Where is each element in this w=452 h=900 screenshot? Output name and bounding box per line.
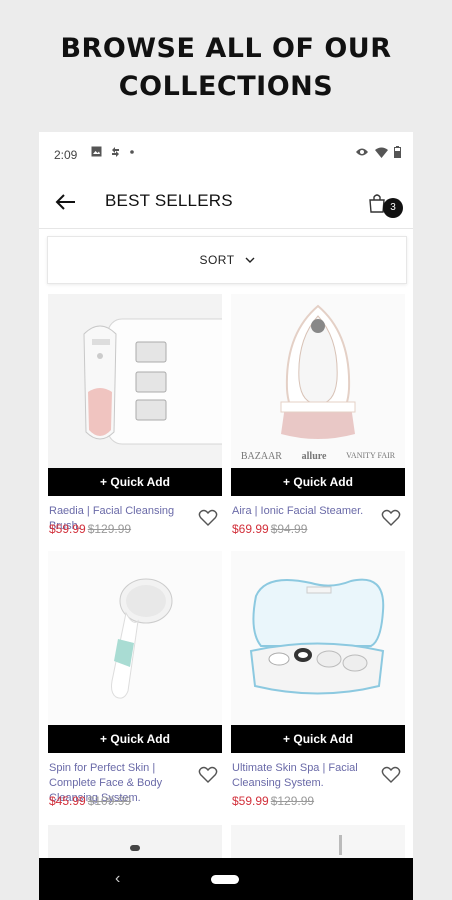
- dot-notification-icon: [130, 150, 134, 154]
- battery-icon: [394, 146, 401, 158]
- header-divider: [39, 228, 413, 229]
- sync-notification-icon: [112, 147, 119, 157]
- back-arrow-icon[interactable]: [55, 192, 77, 212]
- original-price: $94.99: [270, 522, 308, 536]
- cart-button[interactable]: 3: [367, 188, 403, 220]
- heart-icon[interactable]: [381, 509, 401, 527]
- heart-icon[interactable]: [198, 509, 218, 527]
- eye-icon: [356, 148, 368, 156]
- product-image[interactable]: [48, 551, 222, 725]
- quick-add-button[interactable]: + Quick Add: [48, 725, 222, 753]
- sale-price: $45.99: [49, 794, 86, 808]
- brand-logo-allure: allure: [301, 451, 327, 462]
- phone-screen: 2:09 BEST SELLERS 3 SORT + Quick Add Rae…: [39, 132, 413, 900]
- heart-icon[interactable]: [381, 766, 401, 784]
- original-price: $129.99: [270, 794, 315, 808]
- product-image-partial: [339, 835, 342, 855]
- product-name[interactable]: Aira | Ionic Facial Steamer.: [232, 504, 372, 519]
- brand-logo-vanity-fair: VANITY FAIR: [346, 451, 396, 460]
- status-time: 2:09: [54, 148, 78, 162]
- product-image[interactable]: BAZAAR allure VANITY FAIR: [231, 294, 405, 468]
- app-header: BEST SELLERS 3: [39, 178, 413, 228]
- nav-home-pill[interactable]: [211, 875, 239, 884]
- quick-add-button[interactable]: + Quick Add: [231, 725, 405, 753]
- product-image[interactable]: [48, 294, 222, 468]
- chevron-down-icon: [245, 257, 255, 263]
- product-card[interactable]: + Quick Add Raedia | Facial Cleansing Br…: [48, 294, 222, 550]
- gallery-notification-icon: [91, 146, 102, 157]
- original-price: $109.99: [87, 794, 132, 808]
- product-image-partial: [130, 845, 140, 851]
- page-title: BEST SELLERS: [105, 191, 233, 210]
- quick-add-button[interactable]: + Quick Add: [231, 468, 405, 496]
- product-name[interactable]: Ultimate Skin Spa | Facial Cleansing Sys…: [232, 761, 372, 791]
- product-card[interactable]: + Quick Add Spin for Perfect Skin | Comp…: [48, 551, 222, 821]
- sale-price: $69.99: [232, 522, 269, 536]
- nav-back-icon[interactable]: ‹: [115, 870, 120, 888]
- android-nav-bar: ‹: [39, 858, 413, 900]
- brand-logo-bazaar: BAZAAR: [240, 451, 282, 462]
- product-card[interactable]: BAZAAR allure VANITY FAIR + Quick Add Ai…: [231, 294, 405, 550]
- sort-button[interactable]: SORT: [47, 236, 407, 284]
- product-card[interactable]: + Quick Add Ultimate Skin Spa | Facial C…: [231, 551, 405, 821]
- status-bar: 2:09: [39, 132, 413, 178]
- quick-add-button[interactable]: + Quick Add: [48, 468, 222, 496]
- sale-price: $59.99: [49, 522, 86, 536]
- cart-count-badge: 3: [383, 198, 403, 218]
- heart-icon[interactable]: [198, 766, 218, 784]
- sale-price: $59.99: [232, 794, 269, 808]
- wifi-icon: [375, 147, 388, 158]
- promo-headline: BROWSE ALL OF OUR COLLECTIONS: [60, 33, 392, 102]
- sort-label: SORT: [199, 253, 235, 267]
- original-price: $129.99: [87, 522, 132, 536]
- product-image[interactable]: [231, 551, 405, 725]
